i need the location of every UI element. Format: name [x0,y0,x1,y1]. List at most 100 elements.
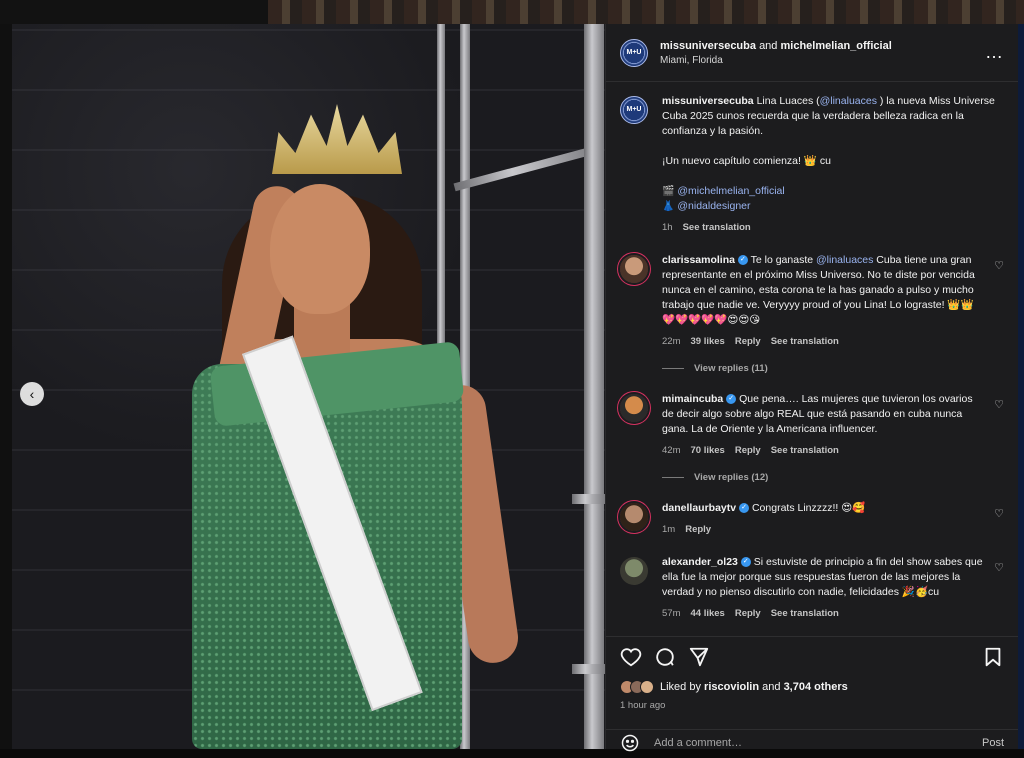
post-actions [606,636,1018,676]
comment-meta: 42m 70 likes Reply See translation [662,443,986,458]
commenter-avatar[interactable] [620,394,648,422]
comment-bubble-icon[interactable] [654,646,676,668]
caption-credit: 👗 @nidaldesigner [662,199,1004,214]
comment-meta: 22m 39 likes Reply See translation [662,334,986,349]
like-comment-heart-icon[interactable]: ♡ [994,259,1004,272]
photo-truss [572,494,605,504]
comment-body: danellaurbaytv ✓ Congrats Linzzzz!! 😍🥰 1… [662,501,986,537]
liker-avatar [640,680,654,694]
mention-link[interactable]: @michelmelian_official [677,185,784,197]
post-location[interactable]: Miami, Florida [660,55,985,66]
photo-subject [122,84,522,749]
post-authors: missuniversecuba and michelmelian_offici… [660,40,985,52]
subject-face [270,184,370,314]
reply-button[interactable]: Reply [685,522,711,537]
caption-username[interactable]: missuniversecuba [662,95,754,107]
save-bookmark-icon[interactable] [982,646,1004,668]
see-translation-button[interactable]: See translation [771,443,839,458]
comment-text: danellaurbaytv ✓ Congrats Linzzzz!! 😍🥰 [662,502,866,514]
more-options-icon[interactable]: … [985,42,1004,63]
emoji-smiley-icon[interactable] [620,733,640,753]
comment-username[interactable]: clarissamolina [662,254,735,266]
like-heart-icon[interactable] [620,646,642,668]
background-left-edge [0,24,12,749]
author-avatar[interactable]: M+U [620,38,648,67]
add-comment-bar: Post [606,729,1018,751]
commenter-avatar[interactable] [620,557,648,585]
comment-time: 1m [662,524,676,535]
post-photo: ‹ [12,24,605,749]
comment-text: alexander_ol23 ✓ Si estuviste de princip… [662,556,983,598]
comment-likes[interactable]: 39 likes [690,334,724,349]
photo-truss [584,24,604,749]
post-modal: ‹ M+U missuniversecuba and michelmelian_… [12,24,1018,751]
comment-body: mimaincuba ✓ Que pena…. Las mujeres que … [662,392,986,458]
comment-time: 42m [662,445,681,456]
mention-link[interactable]: @nidaldesigner [677,200,750,212]
comment-username[interactable]: mimaincuba [662,393,723,405]
like-comment-heart-icon[interactable]: ♡ [994,561,1004,574]
authors-conjunction: and [759,39,778,52]
like-comment-heart-icon[interactable]: ♡ [994,507,1004,520]
post-comment-button[interactable]: Post [982,737,1004,749]
share-paper-plane-icon[interactable] [688,646,710,668]
caption-avatar[interactable]: M+U [620,96,648,124]
comment-time: 57m [662,608,681,619]
background-feed-strip [268,0,1024,24]
comments-scroll[interactable]: M+U missuniversecuba Lina Luaces (@linal… [606,82,1018,634]
liker-username[interactable]: riscoviolin [704,681,759,693]
view-replies-button[interactable]: View replies (12) [662,472,1004,483]
caption-credit: 🎬 @michelmelian_official [662,184,1004,199]
comment-meta: 57m 44 likes Reply See translation [662,606,986,621]
verified-badge-icon: ✓ [739,503,750,514]
commenter-avatar[interactable] [620,503,648,531]
caption-text: missuniversecuba Lina Luaces (@linaluace… [662,95,995,137]
coauthor-link[interactable]: michelmelian_official [780,40,891,52]
comment: clarissamolina ✓ Te lo ganaste @linaluac… [620,253,1004,349]
comment-username[interactable]: danellaurbaytv [662,502,736,514]
comment: alexander_ol23 ✓ Si estuviste de princip… [620,555,1004,621]
post-details-panel: M+U missuniversecuba and michelmelian_of… [605,24,1018,751]
reply-button[interactable]: Reply [735,443,761,458]
comment-time: 22m [662,336,681,347]
like-comment-heart-icon[interactable]: ♡ [994,398,1004,411]
likes-summary[interactable]: Liked by riscoviolin and 3,704 others [620,680,848,694]
mention-link[interactable]: @linaluaces [816,254,873,266]
comment-meta: 1m Reply [662,522,986,537]
see-translation-button[interactable]: See translation [683,220,751,235]
photo-truss [572,664,605,674]
verified-badge-icon: ✓ [737,255,748,266]
verified-badge-icon: ✓ [740,557,751,568]
post-header-text: missuniversecuba and michelmelian_offici… [660,40,985,66]
caption-meta: 1h See translation [662,220,1004,235]
comment-body: clarissamolina ✓ Te lo ganaste @linaluac… [662,253,986,349]
comment-username[interactable]: alexander_ol23 [662,556,738,568]
previous-photo-button[interactable]: ‹ [20,382,44,406]
post-timestamp: 1 hour ago [620,700,666,711]
reply-button[interactable]: Reply [735,606,761,621]
view-replies-button[interactable]: View replies (11) [662,363,1004,374]
likes-count[interactable]: 3,704 others [784,681,848,693]
see-translation-button[interactable]: See translation [771,606,839,621]
comment-body: alexander_ol23 ✓ Si estuviste de princip… [662,555,986,621]
clapper-icon: 🎬 [662,186,675,197]
commenter-avatar[interactable] [620,255,648,283]
reply-button[interactable]: Reply [735,334,761,349]
comment: danellaurbaytv ✓ Congrats Linzzzz!! 😍🥰 1… [620,501,1004,537]
caption: M+U missuniversecuba Lina Luaces (@linal… [620,94,1004,235]
comment-likes[interactable]: 44 likes [690,606,724,621]
caption-time: 1h [662,222,673,233]
crown-icon [272,104,402,174]
background-right-edge [1018,24,1024,749]
comment-likes[interactable]: 70 likes [690,443,724,458]
caption-body: missuniversecuba Lina Luaces (@linaluace… [662,94,1004,235]
chevron-left-icon: ‹ [29,386,35,402]
comment-input[interactable] [654,736,982,749]
mention-link[interactable]: @linaluaces [820,95,877,107]
replies-divider [662,477,684,478]
comment: mimaincuba ✓ Que pena…. Las mujeres que … [620,392,1004,458]
dress-icon: 👗 [662,201,675,212]
author-link[interactable]: missuniversecuba [660,40,756,52]
see-translation-button[interactable]: See translation [771,334,839,349]
comment-text: mimaincuba ✓ Que pena…. Las mujeres que … [662,393,973,435]
